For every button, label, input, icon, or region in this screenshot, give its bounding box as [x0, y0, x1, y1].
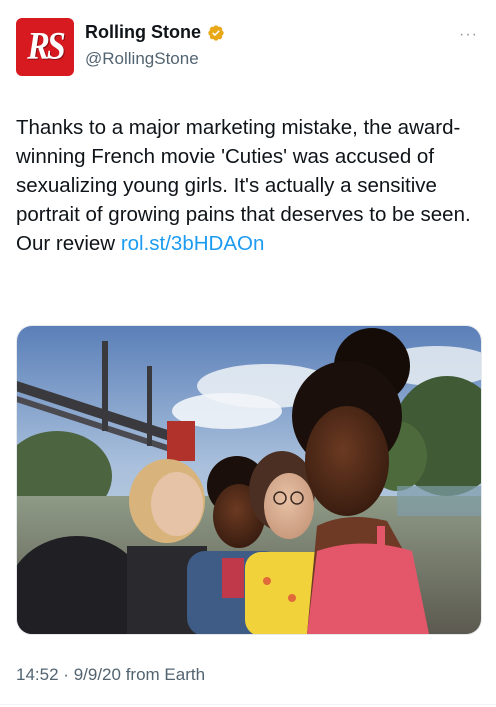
- review-link[interactable]: rol.st/3bHDAOn: [121, 232, 265, 255]
- tweet-date: 9/9/20: [73, 665, 121, 684]
- avatar-logo: RS: [27, 25, 66, 68]
- tweet-text: Thanks to a major marketing mistake, the…: [16, 113, 482, 258]
- display-name[interactable]: Rolling Stone: [85, 22, 201, 43]
- author-name-row: Rolling Stone: [85, 22, 225, 43]
- tweet-source: from Earth: [125, 665, 206, 684]
- tweet-time: 14:52: [16, 665, 59, 684]
- user-handle[interactable]: @RollingStone: [85, 49, 199, 69]
- meta-separator: ·: [63, 665, 69, 684]
- avatar[interactable]: RS: [16, 18, 74, 76]
- divider: [0, 704, 496, 705]
- tweet-timestamp[interactable]: 14:52 · 9/9/20 from Earth: [16, 665, 205, 685]
- photo-illustration: [17, 326, 481, 634]
- more-options-icon[interactable]: ···: [459, 26, 478, 44]
- tweet-media-photo[interactable]: [16, 325, 482, 635]
- verified-badge-icon: [208, 24, 224, 41]
- tweet-card: RS Rolling Stone @RollingStone ··· Thank…: [0, 0, 496, 707]
